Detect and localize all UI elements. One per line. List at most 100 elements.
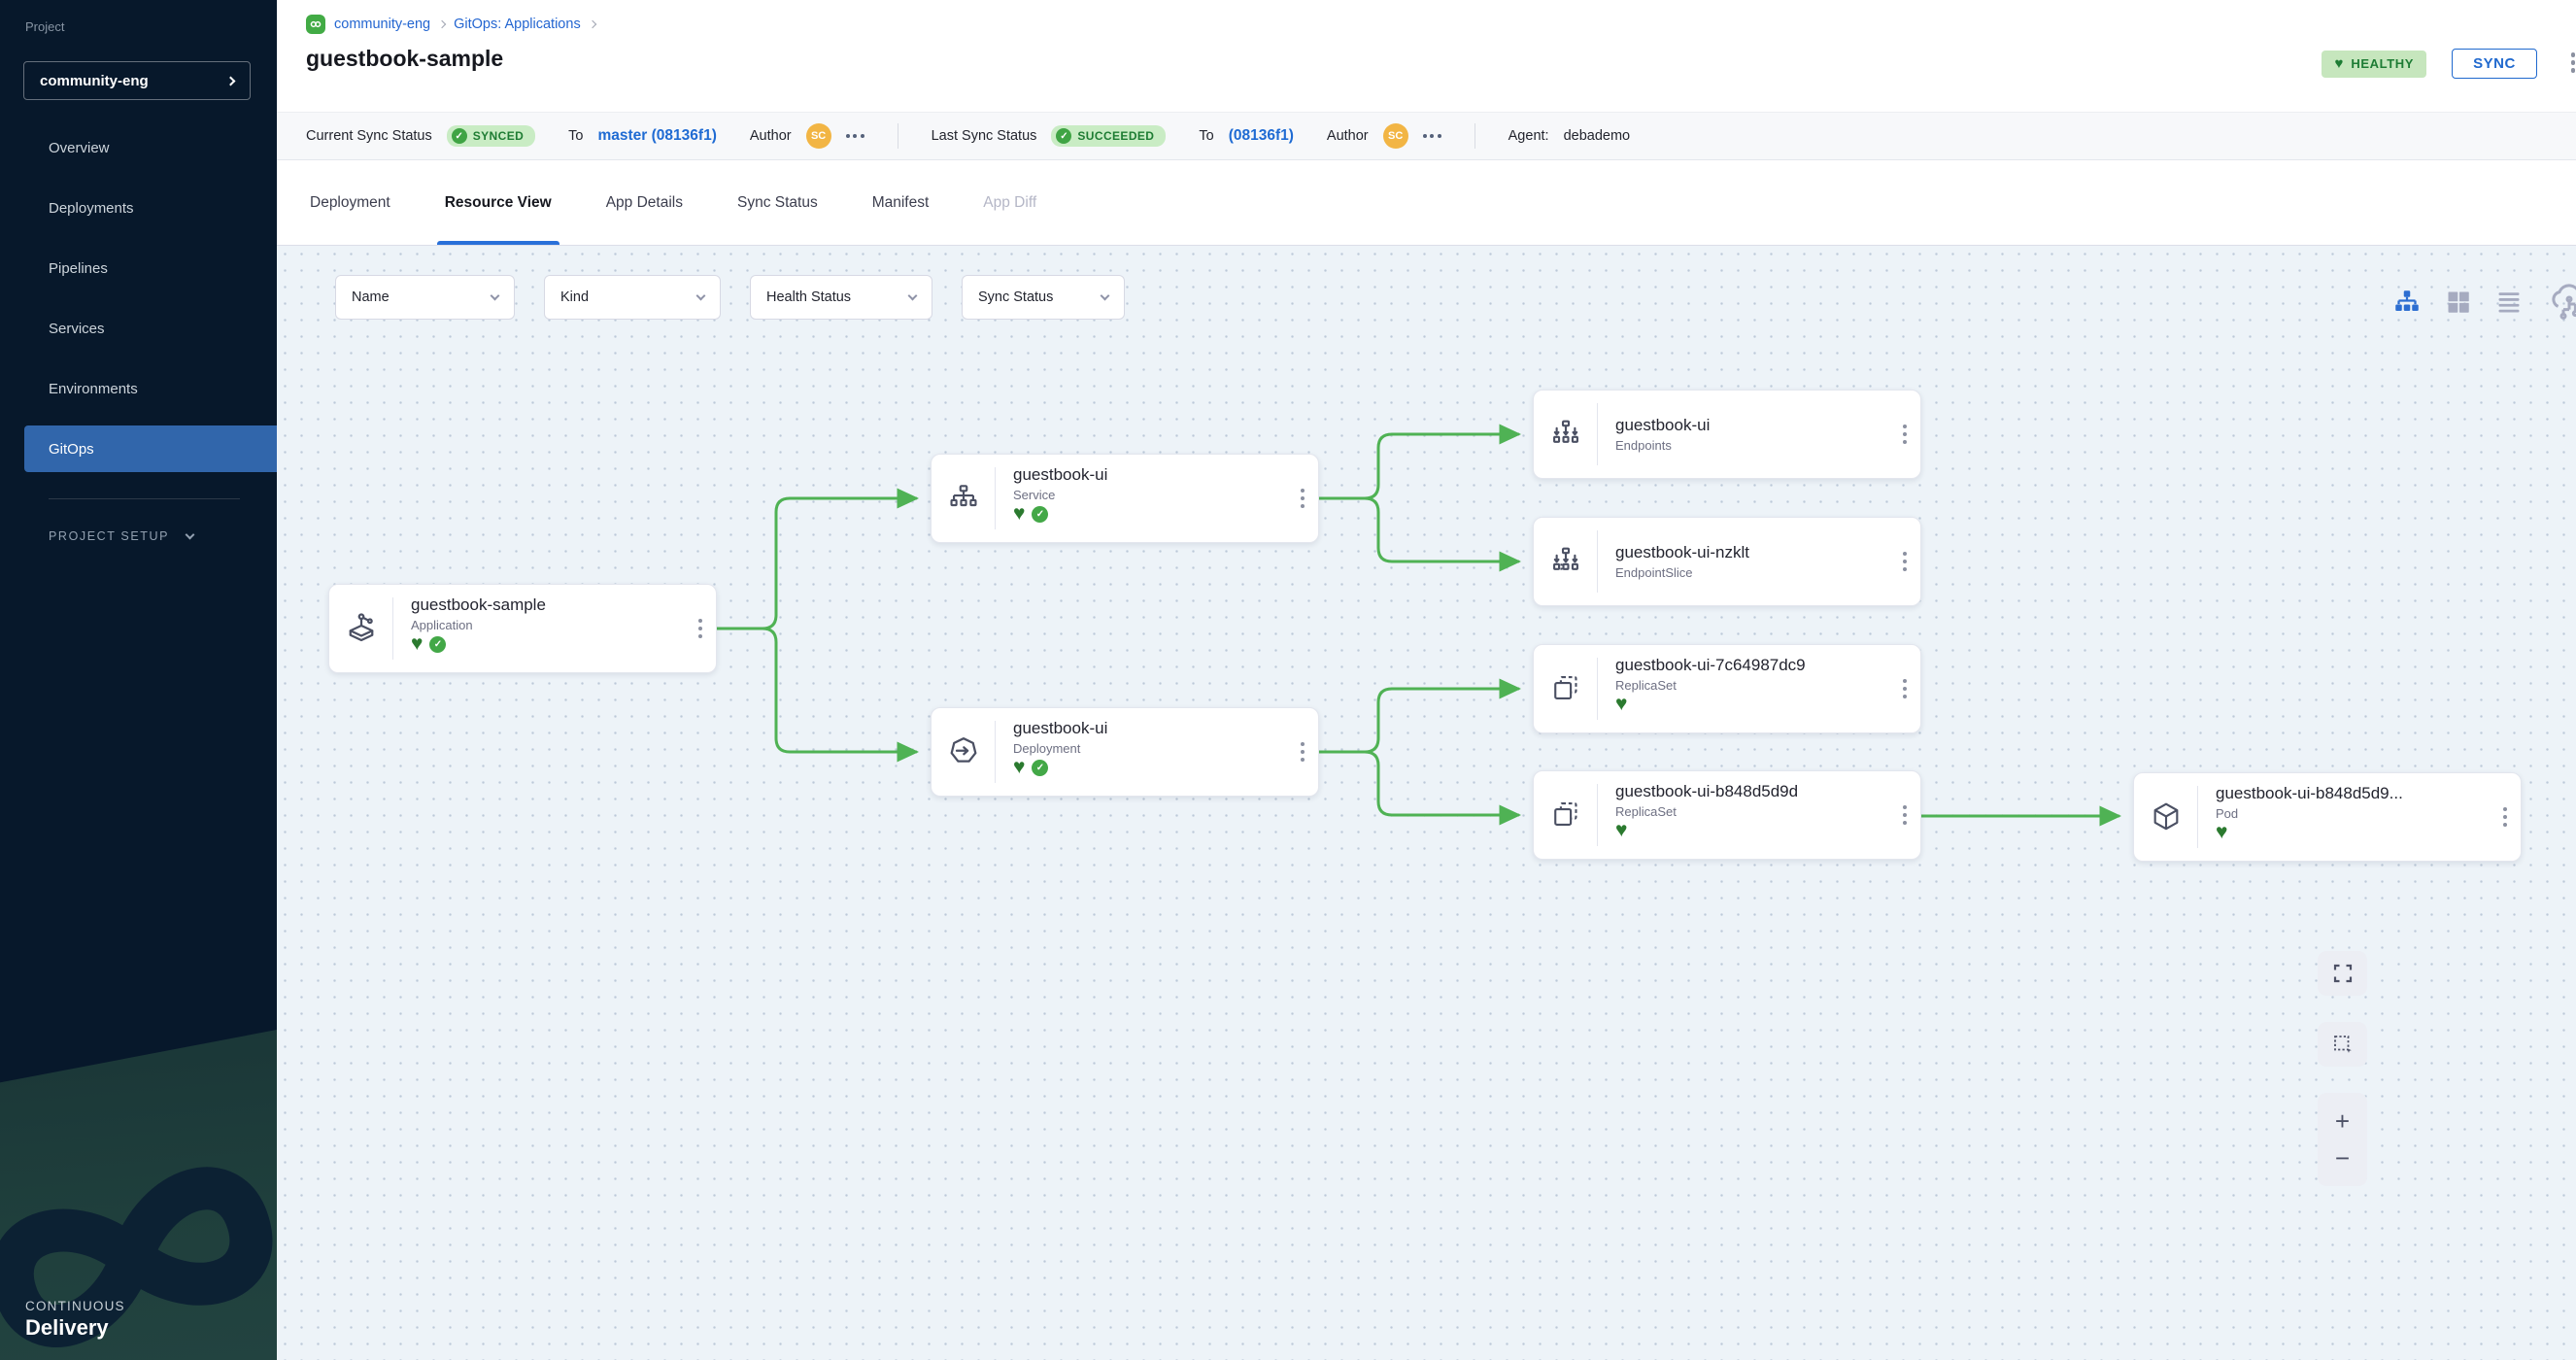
main-panel: community-eng GitOps: Applications guest… xyxy=(277,0,2576,1360)
node-menu-icon[interactable] xyxy=(2503,807,2508,828)
to-label: To xyxy=(568,128,583,144)
endpoints-icon xyxy=(1534,403,1598,465)
fullscreen-button[interactable] xyxy=(2318,951,2367,996)
breadcrumb-project-link[interactable]: community-eng xyxy=(334,17,430,32)
tab-app-diff: App Diff xyxy=(979,160,1040,245)
node-endpoints[interactable]: guestbook-ui Endpoints xyxy=(1533,390,1921,479)
cloud-network-icon[interactable] xyxy=(2546,281,2576,323)
breadcrumb-separator-icon xyxy=(438,20,446,28)
page-header: community-eng GitOps: Applications guest… xyxy=(277,0,2576,112)
sidebar-item-overview[interactable]: Overview xyxy=(0,124,277,171)
module-label-delivery: Delivery xyxy=(25,1315,125,1341)
author-label: Author xyxy=(750,128,792,144)
tab-app-details[interactable]: App Details xyxy=(602,160,687,245)
marquee-select-button[interactable] xyxy=(2318,1022,2367,1067)
list-view-icon[interactable] xyxy=(2495,289,2523,316)
node-menu-icon[interactable] xyxy=(1903,552,1908,572)
agent-label: Agent: xyxy=(1508,128,1549,144)
chevron-down-icon xyxy=(186,530,195,540)
sync-status-bar: Current Sync Status ✓ SYNCED To master (… xyxy=(277,112,2576,160)
filter-name-dropdown[interactable]: Name xyxy=(335,275,515,320)
project-setup-toggle[interactable]: PROJECT SETUP xyxy=(49,529,193,543)
sidebar-footer: CONTINUOUS Delivery xyxy=(0,1030,277,1360)
node-menu-icon[interactable] xyxy=(1903,805,1908,826)
chevron-right-icon xyxy=(226,76,236,85)
last-sync-label: Last Sync Status xyxy=(932,128,1037,144)
check-circle-icon: ✓ xyxy=(452,128,467,144)
synced-badge: ✓ SYNCED xyxy=(447,125,535,147)
node-menu-icon[interactable] xyxy=(1903,679,1908,699)
divider xyxy=(1474,123,1475,149)
node-menu-icon[interactable] xyxy=(1301,742,1305,763)
sidebar-item-gitops[interactable]: GitOps xyxy=(24,425,277,472)
header-kebab-menu-icon[interactable] xyxy=(2571,52,2576,73)
tree-view-icon[interactable] xyxy=(2392,289,2422,316)
filter-sync-status-dropdown[interactable]: Sync Status xyxy=(962,275,1125,320)
project-label: Project xyxy=(25,19,64,34)
chevron-down-icon xyxy=(908,291,918,301)
project-selector[interactable]: community-eng xyxy=(23,61,251,100)
node-pod[interactable]: guestbook-ui-b848d5d9... Pod ♥ xyxy=(2133,772,2522,862)
zoom-out-button[interactable]: − xyxy=(2335,1145,2350,1171)
breadcrumb: community-eng GitOps: Applications xyxy=(306,15,2576,34)
endpointslice-icon xyxy=(1534,530,1598,593)
node-menu-icon[interactable] xyxy=(1301,489,1305,509)
replicaset-icon xyxy=(1534,658,1598,720)
tab-manifest[interactable]: Manifest xyxy=(868,160,933,245)
sync-button[interactable]: SYNC xyxy=(2452,49,2537,79)
sidebar-item-deployments[interactable]: Deployments xyxy=(0,185,277,231)
author-avatar[interactable]: SC xyxy=(1383,123,1408,149)
filter-health-status-dropdown[interactable]: Health Status xyxy=(750,275,932,320)
marquee-select-icon xyxy=(2331,1033,2355,1056)
deployment-icon xyxy=(932,721,996,783)
healthy-heart-icon: ♥ xyxy=(1013,759,1025,776)
node-replicaset-7c64987dc9[interactable]: guestbook-ui-7c64987dc9 ReplicaSet ♥ xyxy=(1533,644,1921,733)
sidebar-divider xyxy=(49,498,240,499)
heart-icon: ♥ xyxy=(2334,56,2343,71)
zoom-in-button[interactable]: + xyxy=(2335,1108,2350,1134)
node-status: ♥ xyxy=(1615,696,1895,713)
app-window: Project community-eng Overview Deploymen… xyxy=(0,0,2576,1360)
author-label: Author xyxy=(1327,128,1369,144)
breadcrumb-section-link[interactable]: GitOps: Applications xyxy=(454,17,581,32)
sidebar-nav: Overview Deployments Pipelines Services … xyxy=(0,124,277,472)
graph-canvas[interactable]: Name Kind Health Status Sync Status xyxy=(277,246,2576,1360)
node-status: ♥ xyxy=(1615,822,1895,839)
healthy-heart-icon: ♥ xyxy=(1615,696,1627,713)
tab-sync-status[interactable]: Sync Status xyxy=(733,160,822,245)
author-avatar[interactable]: SC xyxy=(806,123,831,149)
synced-check-icon: ✓ xyxy=(429,636,446,653)
breadcrumb-separator-icon xyxy=(588,20,595,28)
tab-bar: Deployment Resource View App Details Syn… xyxy=(277,160,2576,246)
to-label: To xyxy=(1199,128,1213,144)
tab-deployment[interactable]: Deployment xyxy=(306,160,394,245)
health-status-badge: ♥ HEALTHY xyxy=(2322,51,2426,78)
node-deployment[interactable]: guestbook-ui Deployment ♥ ✓ xyxy=(931,707,1319,797)
node-menu-icon[interactable] xyxy=(1903,425,1908,445)
node-service[interactable]: guestbook-ui Service ♥ ✓ xyxy=(931,454,1319,543)
grid-view-icon[interactable] xyxy=(2445,289,2472,316)
tab-resource-view[interactable]: Resource View xyxy=(441,160,556,245)
service-icon xyxy=(932,467,996,529)
application-icon xyxy=(329,597,393,660)
agent-value: debademo xyxy=(1564,128,1631,144)
synced-check-icon: ✓ xyxy=(1032,506,1048,523)
sidebar-item-services[interactable]: Services xyxy=(0,305,277,352)
sidebar-item-pipelines[interactable]: Pipelines xyxy=(0,245,277,291)
node-menu-icon[interactable] xyxy=(698,619,703,639)
node-status: ♥ ✓ xyxy=(1013,759,1293,776)
last-revision-link[interactable]: (08136f1) xyxy=(1229,127,1294,145)
node-status: ♥ xyxy=(2216,824,2495,841)
current-revision-link[interactable]: master (08136f1) xyxy=(598,127,717,145)
project-name: community-eng xyxy=(40,73,149,89)
filter-kind-dropdown[interactable]: Kind xyxy=(544,275,721,320)
node-replicaset-b848d5d9d[interactable]: guestbook-ui-b848d5d9d ReplicaSet ♥ xyxy=(1533,770,1921,860)
sidebar-item-environments[interactable]: Environments xyxy=(0,365,277,412)
commit-more-icon[interactable] xyxy=(846,134,864,138)
node-endpointslice[interactable]: guestbook-ui-nzklt EndpointSlice xyxy=(1533,517,1921,606)
node-application[interactable]: guestbook-sample Application ♥ ✓ xyxy=(328,584,717,673)
commit-more-icon[interactable] xyxy=(1423,134,1441,138)
fullscreen-icon xyxy=(2331,962,2355,985)
canvas-controls: + − xyxy=(2318,951,2367,1186)
view-switcher xyxy=(2392,281,2576,323)
